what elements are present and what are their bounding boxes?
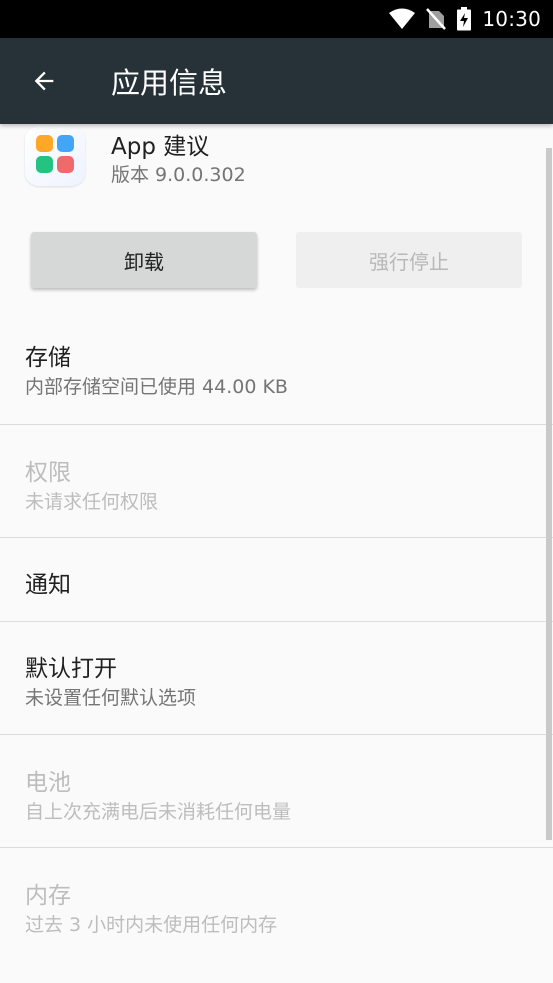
item-title: 存储: [25, 345, 71, 371]
battery-charging-icon: [457, 7, 472, 31]
item-title: 电池: [25, 770, 71, 796]
item-summary: 过去 3 小时内未使用任何内存: [25, 914, 278, 936]
item-title: 默认打开: [25, 656, 117, 682]
wifi-icon: [389, 8, 416, 29]
app-toolbar: 应用信息: [0, 38, 553, 124]
list-item-memory[interactable]: 内存 过去 3 小时内未使用任何内存: [0, 848, 553, 961]
uninstall-button[interactable]: 卸载: [31, 232, 257, 288]
app-name: App 建议: [111, 134, 210, 160]
page-title: 应用信息: [111, 66, 228, 100]
no-sim-icon: [426, 8, 447, 30]
list-item-open-by-default[interactable]: 默认打开 未设置任何默认选项: [0, 622, 553, 735]
status-bar: 10:30: [0, 0, 553, 38]
list-item-notifications[interactable]: 通知: [0, 538, 553, 622]
force-stop-button[interactable]: 强行停止: [296, 232, 522, 288]
status-icons: 10:30: [388, 6, 541, 32]
item-title: 通知: [25, 572, 71, 598]
app-grid-icon: [25, 126, 85, 186]
item-summary: 内部存储空间已使用 44.00 KB: [25, 376, 288, 398]
item-summary: 未请求任何权限: [25, 491, 159, 513]
item-title: 内存: [25, 883, 71, 909]
item-summary: 未设置任何默认选项: [25, 687, 197, 709]
app-version: 版本 9.0.0.302: [111, 164, 246, 186]
status-time: 10:30: [482, 7, 541, 31]
list-item-permissions[interactable]: 权限 未请求任何权限: [0, 425, 553, 538]
back-button[interactable]: [22, 59, 66, 103]
scrollbar[interactable]: [546, 148, 552, 840]
app-header: App 建议 版本 9.0.0.302: [0, 124, 553, 204]
item-summary: 自上次充满电后未消耗任何电量: [25, 801, 292, 823]
list-item-battery[interactable]: 电池 自上次充满电后未消耗任何电量: [0, 735, 553, 848]
app-info-content: App 建议 版本 9.0.0.302 卸载 强行停止 存储 内部存储空间已使用…: [0, 124, 553, 983]
arrow-back-icon: [34, 71, 54, 91]
item-title: 权限: [25, 460, 71, 486]
list-item-storage[interactable]: 存储 内部存储空间已使用 44.00 KB: [0, 309, 553, 424]
